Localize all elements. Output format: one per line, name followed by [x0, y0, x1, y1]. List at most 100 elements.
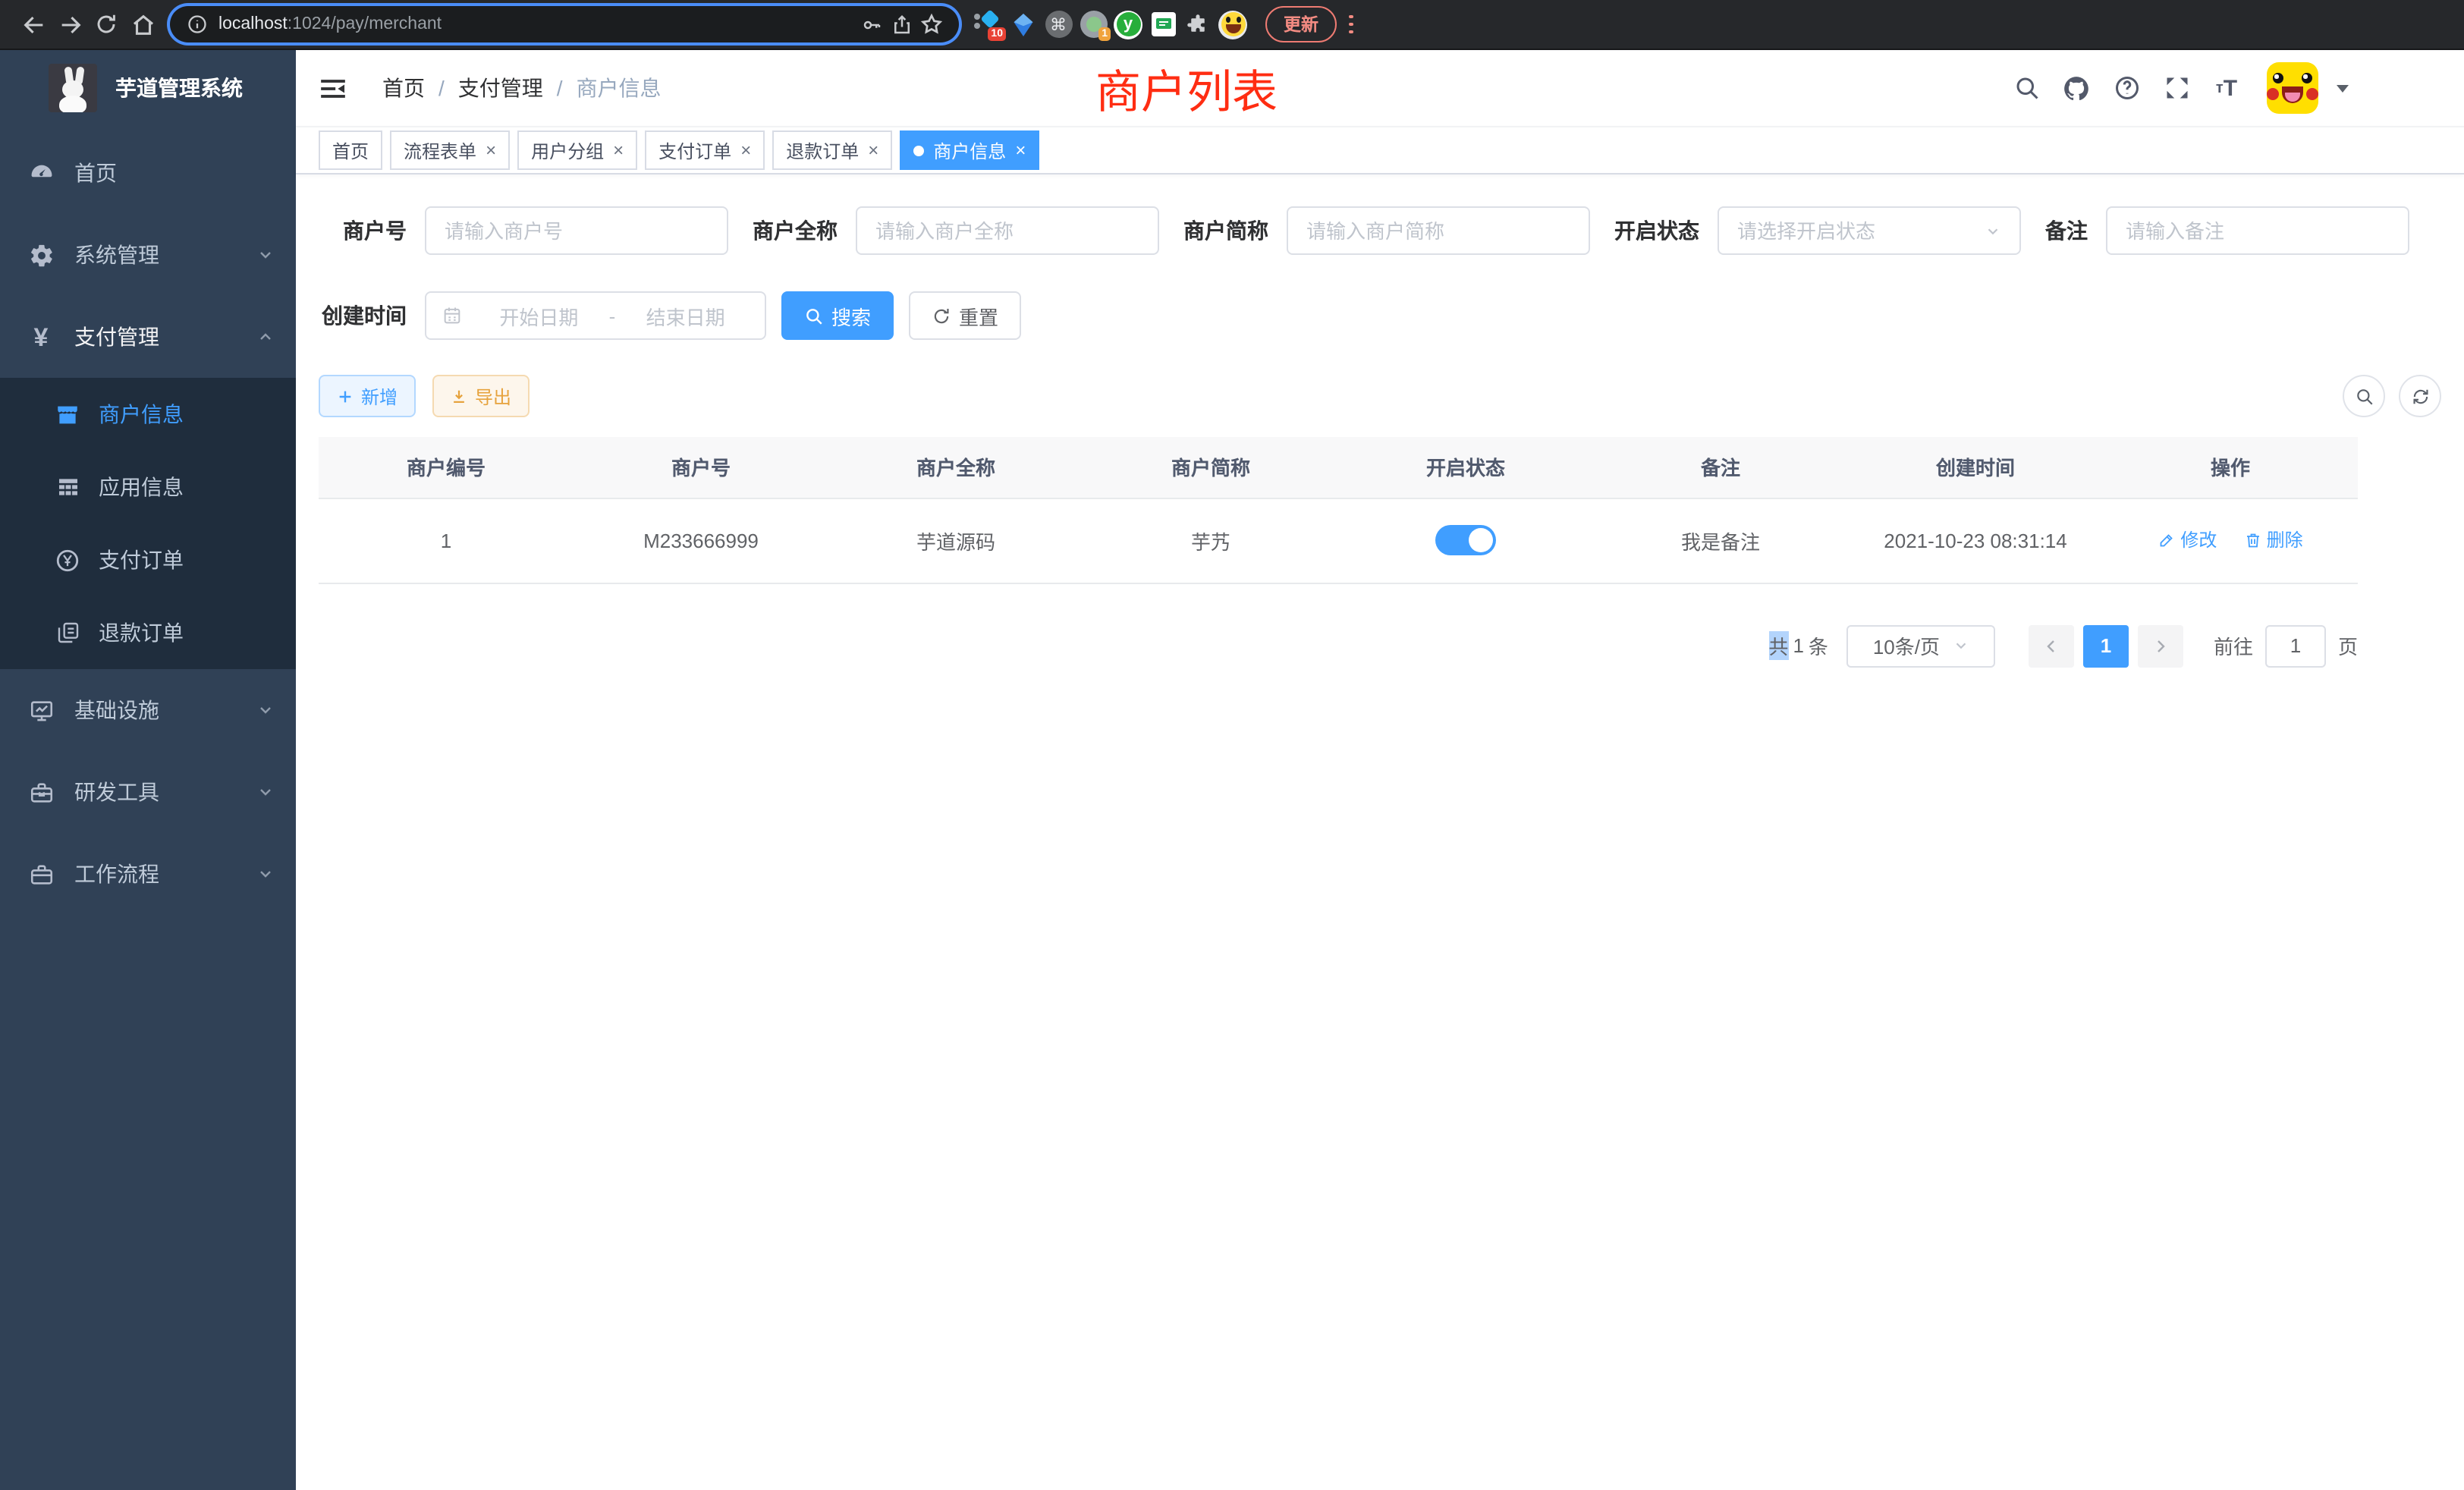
browser-back-icon[interactable]	[15, 6, 52, 42]
page-size-select[interactable]: 10条/页	[1846, 624, 1995, 667]
tab-merchant-info[interactable]: 商户信息×	[900, 130, 1039, 170]
tab-pay-order[interactable]: 支付订单×	[645, 130, 765, 170]
password-key-icon[interactable]	[856, 6, 886, 42]
sidebar-item-infrastructure[interactable]: 基础设施	[0, 669, 296, 751]
cell-operations: 修改 删除	[2103, 498, 2358, 583]
extension-green-board-icon[interactable]	[1146, 6, 1180, 42]
app-navbar: 首页 / 支付管理 / 商户信息	[296, 50, 2464, 126]
chevron-down-icon	[256, 783, 275, 801]
font-size-icon[interactable]: тT	[2202, 65, 2252, 111]
yen-circle-icon	[55, 547, 80, 573]
next-page-button[interactable]	[2138, 624, 2183, 667]
short-name-input[interactable]	[1287, 206, 1590, 255]
extension-command-icon[interactable]: ⌘	[1041, 6, 1076, 42]
export-button[interactable]: 导出	[432, 375, 530, 417]
status-select[interactable]	[1718, 206, 2021, 255]
breadcrumb-payment[interactable]: 支付管理	[458, 73, 543, 103]
sidebar-item-dev-tools[interactable]: 研发工具	[0, 751, 296, 833]
extensions-puzzle-icon[interactable]	[1180, 6, 1215, 42]
page-number-1[interactable]: 1	[2083, 624, 2129, 667]
chevron-down-icon	[1985, 222, 2001, 239]
fullscreen-icon[interactable]	[2151, 65, 2202, 111]
filter-label: 商户全称	[753, 215, 838, 246]
status-toggle[interactable]	[1435, 525, 1496, 555]
app-logo[interactable]: 芋道管理系统	[0, 50, 296, 126]
browser-home-icon[interactable]	[124, 6, 161, 42]
full-name-input[interactable]	[856, 206, 1159, 255]
remark-input[interactable]	[2106, 206, 2409, 255]
active-dot	[913, 145, 924, 156]
refresh-table-icon[interactable]	[2399, 375, 2441, 417]
cell-short-name: 芋艿	[1083, 498, 1338, 583]
sidebar-item-app-info[interactable]: 应用信息	[0, 451, 296, 523]
search-button[interactable]: 搜索	[781, 291, 894, 340]
tab-user-group[interactable]: 用户分组×	[517, 130, 637, 170]
prev-page-button[interactable]	[2029, 624, 2074, 667]
tab-refund-order[interactable]: 退款订单×	[772, 130, 892, 170]
sidebar-item-workflow[interactable]: 工作流程	[0, 833, 296, 915]
filter-remark: 备注	[2045, 206, 2409, 255]
breadcrumb-home[interactable]: 首页	[382, 73, 425, 103]
tab-home[interactable]: 首页	[319, 130, 382, 170]
browser-reload-icon[interactable]	[88, 6, 124, 42]
help-icon[interactable]	[2101, 65, 2151, 111]
avatar-caret-icon[interactable]	[2337, 84, 2349, 92]
add-button[interactable]: 新增	[319, 375, 416, 417]
column-header: 备注	[1593, 437, 1848, 498]
sidebar-item-home[interactable]: 首页	[0, 132, 296, 214]
reset-button[interactable]: 重置	[909, 291, 1021, 340]
toggle-search-icon[interactable]	[2343, 375, 2385, 417]
close-icon[interactable]: ×	[740, 141, 751, 159]
chevron-down-icon	[256, 865, 275, 883]
dashboard-icon	[27, 159, 55, 187]
extension-blue-diamond-icon[interactable]: 10	[971, 6, 1006, 42]
create-time-range-picker[interactable]: 开始日期 - 结束日期	[425, 291, 766, 340]
edit-link[interactable]: 修改	[2158, 527, 2217, 553]
screen: localhost:1024/pay/merchant 10 ⌘	[0, 0, 2464, 1490]
header-search-icon[interactable]	[2001, 65, 2051, 111]
goto-page-input[interactable]	[2265, 624, 2326, 667]
extension-y-green-icon[interactable]: y	[1111, 6, 1146, 42]
cell-status	[1338, 498, 1593, 583]
github-icon[interactable]	[2051, 65, 2101, 111]
browser-address-bar[interactable]: localhost:1024/pay/merchant	[170, 6, 959, 42]
url-path: :1024/pay/merchant	[288, 15, 442, 33]
user-avatar[interactable]	[2267, 62, 2318, 114]
browser-update-button[interactable]: 更新	[1265, 6, 1337, 42]
extension-gem-icon[interactable]	[1006, 6, 1041, 42]
site-info-icon[interactable]	[182, 6, 212, 42]
tab-process-form[interactable]: 流程表单×	[390, 130, 510, 170]
sidebar-collapse-icon[interactable]	[319, 73, 349, 103]
sidebar-item-system[interactable]: 系统管理	[0, 214, 296, 296]
tags-bar: 首页 流程表单× 用户分组× 支付订单× 退款订单× 商户信息×	[296, 126, 2464, 174]
table-row: 1 M233666999 芋道源码 芋艿 我是备注 2021-10-23 08:…	[319, 498, 2358, 583]
browser-forward-icon[interactable]	[52, 6, 88, 42]
sidebar-item-merchant-info[interactable]: 商户信息	[0, 378, 296, 451]
delete-link[interactable]: 删除	[2244, 527, 2303, 553]
sidebar-item-label: 应用信息	[99, 472, 275, 502]
update-label: 更新	[1284, 17, 1318, 35]
yen-icon: ¥	[27, 323, 55, 350]
sidebar-item-label: 支付管理	[74, 322, 256, 352]
share-icon[interactable]	[886, 6, 916, 42]
merchant-no-input[interactable]	[425, 206, 728, 255]
filter-label: 开启状态	[1614, 215, 1699, 246]
close-icon[interactable]: ×	[868, 141, 878, 159]
close-icon[interactable]: ×	[486, 141, 496, 159]
breadcrumb-current: 商户信息	[577, 73, 662, 103]
close-icon[interactable]: ×	[1015, 141, 1026, 159]
filter-merchant-no: 商户号	[319, 206, 728, 255]
url-host: localhost	[218, 15, 288, 33]
cell-merchant-id: 1	[319, 498, 574, 583]
extension-gray-circle-icon[interactable]: 1	[1076, 6, 1111, 42]
bookmark-star-icon[interactable]	[916, 6, 947, 42]
sidebar-item-refund-order[interactable]: 退款订单	[0, 596, 296, 669]
pagination-total: 共 1 条	[1768, 631, 1828, 660]
column-header: 操作	[2103, 437, 2358, 498]
sidebar-item-pay-order[interactable]: 支付订单	[0, 523, 296, 596]
close-icon[interactable]: ×	[613, 141, 624, 159]
extension-emoji-face-icon[interactable]	[1215, 6, 1250, 42]
sidebar-item-payment[interactable]: ¥ 支付管理	[0, 296, 296, 378]
cell-merchant-no: M233666999	[574, 498, 828, 583]
browser-menu-icon[interactable]	[1349, 15, 1353, 34]
